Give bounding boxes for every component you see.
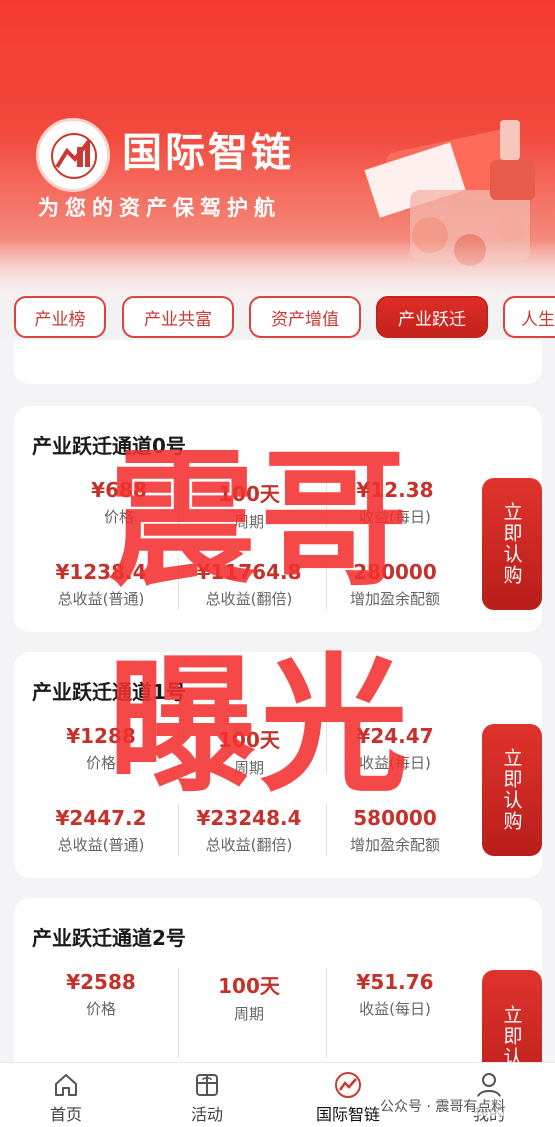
nav-activity-label: 活动: [190, 1105, 223, 1124]
total-normal-label: 总收益(普通): [57, 836, 145, 854]
total-double-label: 总收益(翻倍): [205, 836, 293, 854]
price-stat: ¥2588 价格: [36, 970, 166, 1019]
company-seal-logo: [36, 118, 110, 192]
subscribe-button[interactable]: 立即认购: [482, 478, 542, 610]
watermark-line-1: 震哥: [108, 434, 412, 606]
product-card-2: 产业跃迁通道2号 ¥2588 价格 100天 周期 ¥51.76 收益(每日) …: [14, 898, 542, 1062]
tab-life[interactable]: 人生: [503, 296, 555, 338]
quota-label: 增加盈余配额: [349, 836, 440, 854]
tab-industry-prosperity[interactable]: 产业共富: [122, 296, 234, 338]
period-value: 100天: [218, 974, 280, 998]
tab-asset-appreciation[interactable]: 资产增值: [249, 296, 361, 338]
brand-name: 国际智链: [122, 129, 294, 176]
nav-home[interactable]: 首页: [16, 1071, 116, 1125]
total-normal-stat: ¥2447.2 总收益(普通): [36, 806, 166, 855]
product-title: 产业跃迁通道2号: [32, 926, 186, 950]
quota-stat: 580000 增加盈余配额: [330, 806, 460, 855]
price-label: 价格: [85, 1000, 116, 1018]
wechat-credit-watermark: 公众号 · 震哥有点料: [380, 1096, 506, 1116]
category-tabs: 产业榜 产业共富 资产增值 产业跃迁 人生: [0, 296, 555, 340]
total-double-stat: ¥23248.4 总收益(翻倍): [184, 806, 314, 855]
tab-industry-leap[interactable]: 产业跃迁: [376, 296, 488, 338]
watermark-line-2: 曝光: [108, 640, 412, 812]
gift-box-illustration: [364, 120, 535, 266]
subscribe-button[interactable]: 立即认购: [482, 724, 542, 856]
daily-income-value: ¥51.76: [356, 970, 434, 994]
hero-banner: 国际智链 为您的资产保驾护航: [0, 0, 555, 300]
subscribe-button[interactable]: 立即认: [482, 970, 542, 1062]
brand-logo-icon: [298, 1071, 398, 1099]
daily-income-label: 收益(每日): [359, 1000, 431, 1018]
nav-home-label: 首页: [49, 1105, 82, 1124]
brand-slogan: 为您的资产保驾护航: [38, 196, 281, 220]
user-icon: [439, 1071, 539, 1099]
previous-card-edge: [14, 340, 542, 384]
stat-divider: [326, 968, 327, 1058]
nav-activity[interactable]: 活动: [157, 1071, 257, 1125]
price-value: ¥2588: [66, 970, 136, 994]
period-label: 周期: [233, 1005, 264, 1023]
gift-icon: [157, 1071, 257, 1099]
bottom-nav: 首页 活动 国际智链 我的: [0, 1062, 555, 1127]
tab-industry-ranking[interactable]: 产业榜: [14, 296, 106, 338]
daily-income-stat: ¥51.76 收益(每日): [330, 970, 460, 1019]
home-icon: [16, 1071, 116, 1099]
stat-divider: [178, 968, 179, 1058]
period-stat: 100天 周期: [184, 970, 314, 1024]
